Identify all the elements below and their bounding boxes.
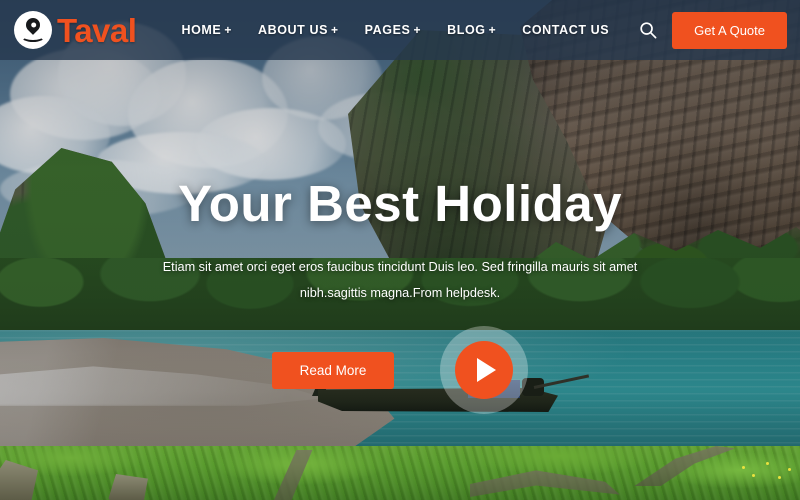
nav-item-contact-us[interactable]: CONTACT US <box>522 23 609 37</box>
nav-label: HOME <box>181 23 222 37</box>
rock-outcrop <box>0 460 38 500</box>
map-pin-location-icon <box>14 11 52 49</box>
nav-item-blog[interactable]: BLOG + <box>447 23 496 37</box>
rock-outcrop <box>108 474 148 500</box>
nav-item-about-us[interactable]: ABOUT US + <box>258 23 339 37</box>
site-header: Taval HOME + ABOUT US + PAGES + BLOG + C… <box>0 0 800 60</box>
next-section-landscape-image <box>0 446 800 500</box>
pin-base-arc <box>21 31 45 42</box>
wildflower <box>742 466 745 469</box>
nav-label: ABOUT US <box>257 23 329 37</box>
main-navigation: HOME + ABOUT US + PAGES + BLOG + CONTACT… <box>181 23 609 37</box>
nav-item-pages[interactable]: PAGES + <box>365 23 421 37</box>
hillside-path <box>274 450 313 500</box>
hero-action-row: Read More <box>271 326 529 415</box>
nav-label: BLOG <box>447 23 486 37</box>
hillside-path <box>634 446 736 486</box>
chevron-plus-icon: + <box>224 23 232 37</box>
chevron-plus-icon: + <box>413 23 422 37</box>
nav-item-home[interactable]: HOME + <box>181 23 232 37</box>
read-more-button[interactable]: Read More <box>271 351 395 389</box>
wildflower <box>766 462 769 465</box>
get-a-quote-button[interactable]: Get A Quote <box>672 11 787 49</box>
nav-label: CONTACT US <box>522 23 610 37</box>
wildflower <box>788 468 791 471</box>
hillside-path <box>470 470 620 497</box>
wildflower <box>778 476 781 479</box>
nav-label: PAGES <box>364 23 411 37</box>
chevron-plus-icon: + <box>331 23 339 37</box>
play-triangle <box>477 358 497 383</box>
brand-name: Taval <box>57 11 137 49</box>
play-video-button[interactable] <box>440 326 529 415</box>
header-actions: Get A Quote <box>638 11 800 49</box>
brand-logo[interactable]: Taval <box>14 11 137 49</box>
landing-page: Taval HOME + ABOUT US + PAGES + BLOG + C… <box>0 0 800 500</box>
chevron-plus-icon: + <box>488 23 497 37</box>
search-icon[interactable] <box>638 20 658 40</box>
wildflower <box>752 474 755 477</box>
play-button-icon <box>455 341 514 400</box>
